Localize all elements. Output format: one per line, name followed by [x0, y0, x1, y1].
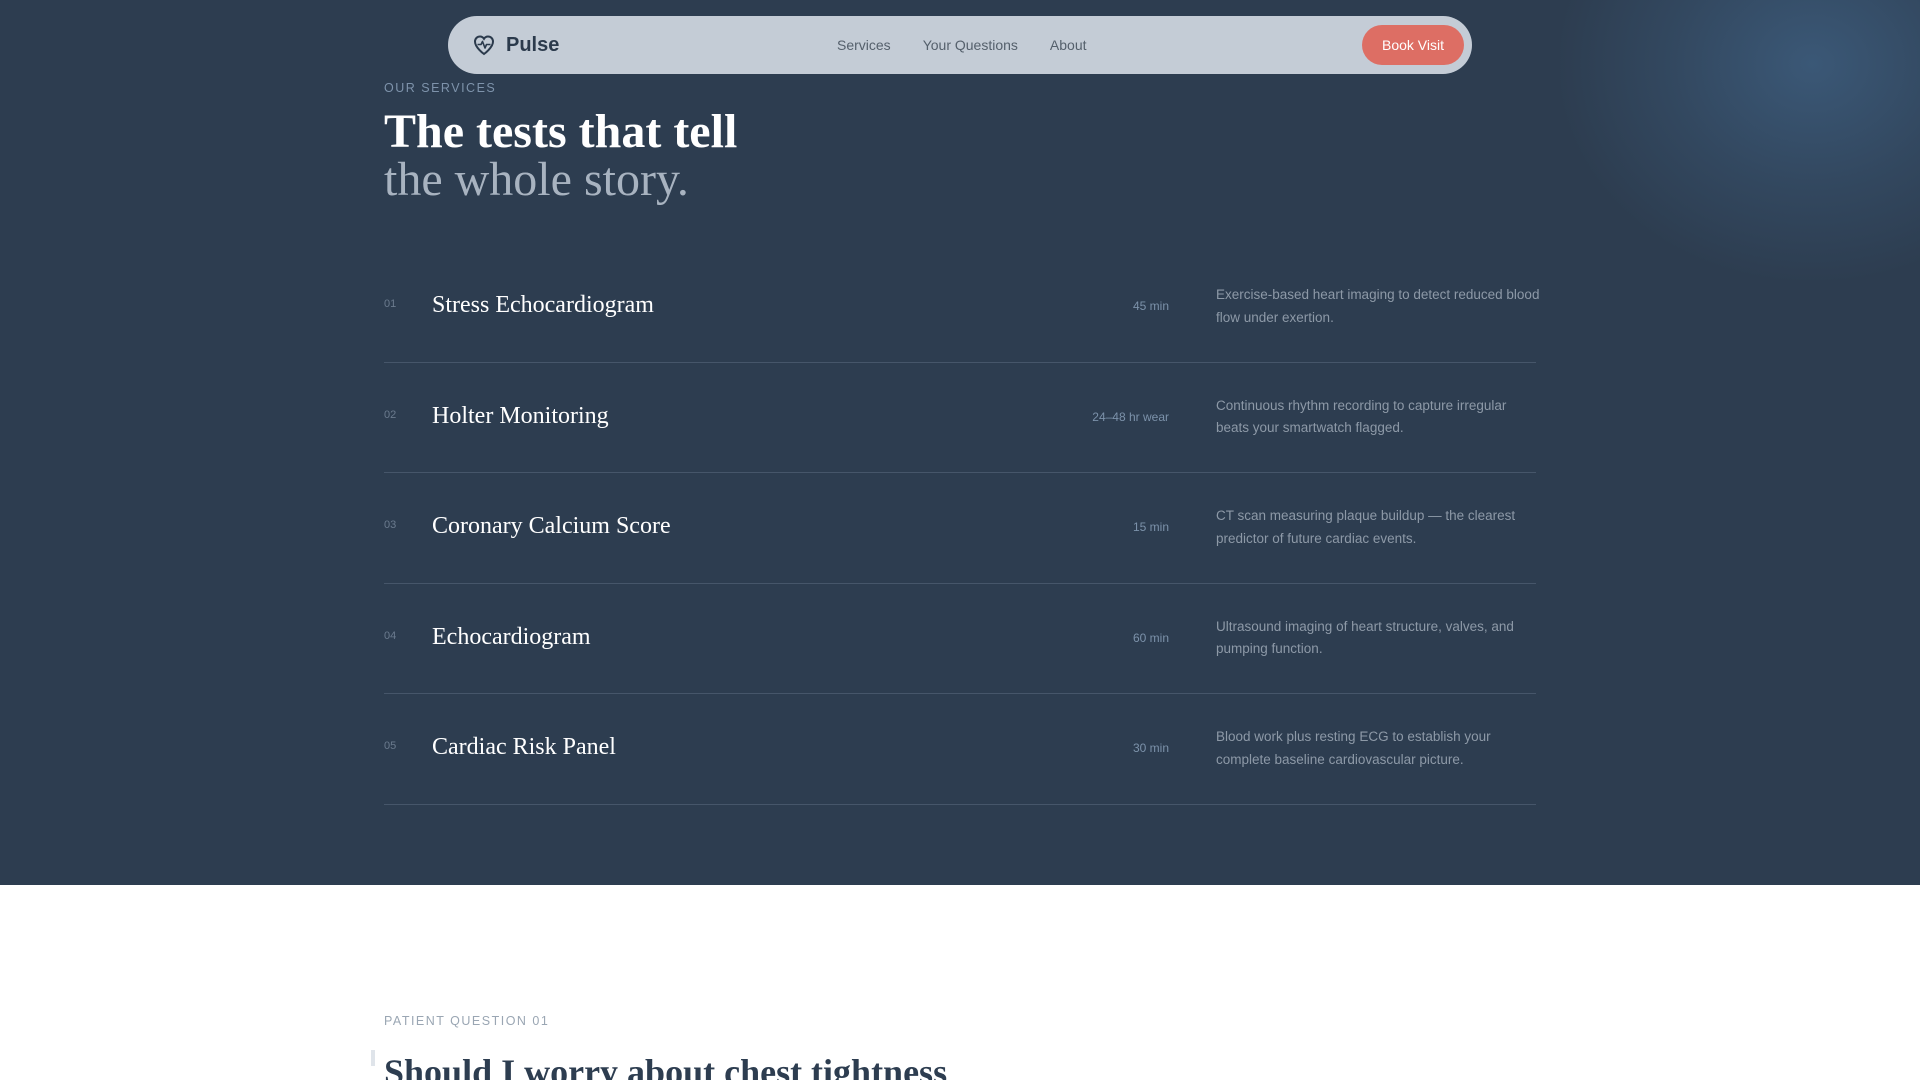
nav-link-services[interactable]: Services — [837, 37, 891, 53]
service-number: 01 — [384, 298, 397, 310]
background-glow — [1560, 0, 1920, 280]
service-name: Holter Monitoring — [432, 402, 609, 429]
service-row[interactable]: 01 Stress Echocardiogram 45 min Exercise… — [384, 252, 1539, 363]
nav-link-your-questions[interactable]: Your Questions — [923, 37, 1018, 53]
service-row[interactable]: 05 Cardiac Risk Panel 30 min Blood work … — [384, 694, 1536, 805]
service-name: Cardiac Risk Panel — [432, 734, 616, 760]
question-eyebrow: PATIENT QUESTION 01 — [384, 1014, 550, 1028]
service-name: Stress Echocardiogram — [432, 292, 654, 318]
service-number: 03 — [384, 519, 397, 531]
headline-line-2: the whole story. — [384, 153, 689, 206]
nav-link-about[interactable]: About — [1050, 37, 1087, 53]
section-eyebrow: OUR SERVICES — [384, 81, 497, 95]
service-name: Coronary Calcium Score — [432, 513, 671, 539]
brand-name: Pulse — [506, 33, 560, 56]
service-description: Continuous rhythm recording to capture i… — [1216, 397, 1507, 436]
service-duration: 45 min — [1132, 299, 1169, 313]
service-number: 04 — [384, 629, 397, 642]
heart-icon — [473, 35, 495, 56]
quote-mark-icon — [371, 1050, 375, 1066]
services-section: Pulse Services Your Questions About Book… — [0, 0, 1920, 885]
services-list: 01 Stress Echocardiogram 45 min Exercise… — [384, 252, 1539, 805]
patient-question-section: PATIENT QUESTION 01 Should I worry about… — [0, 885, 1920, 1080]
top-navigation: Pulse Services Your Questions About Book… — [448, 16, 1472, 74]
service-duration: 30 min — [1132, 741, 1169, 755]
service-description: Blood work plus resting ECG to establish… — [1216, 729, 1491, 767]
service-description: CT scan measuring plaque buildup — the c… — [1216, 508, 1516, 546]
service-row[interactable]: 03 Coronary Calcium Score 15 min CT scan… — [384, 473, 1536, 584]
service-name: Echocardiogram — [432, 623, 591, 650]
nav-links: Services Your Questions About — [837, 16, 1087, 74]
service-row[interactable]: 02 Holter Monitoring 24–48 hr wear Conti… — [384, 363, 1536, 473]
service-number: 02 — [384, 408, 397, 421]
service-duration: 15 min — [1132, 520, 1169, 534]
service-number: 05 — [384, 740, 397, 752]
service-description: Exercise-based heart imaging to detect r… — [1216, 287, 1540, 325]
service-duration: 24–48 hr wear — [1092, 409, 1169, 424]
book-visit-button[interactable]: Book Visit — [1362, 25, 1464, 65]
brand[interactable]: Pulse — [472, 16, 559, 74]
question-title: Should I worry about chest tightness — [384, 1052, 948, 1080]
service-description: Ultrasound imaging of heart structure, v… — [1216, 618, 1514, 657]
service-duration: 60 min — [1132, 630, 1169, 645]
service-row[interactable]: 04 Echocardiogram 60 min Ultrasound imag… — [384, 584, 1536, 694]
